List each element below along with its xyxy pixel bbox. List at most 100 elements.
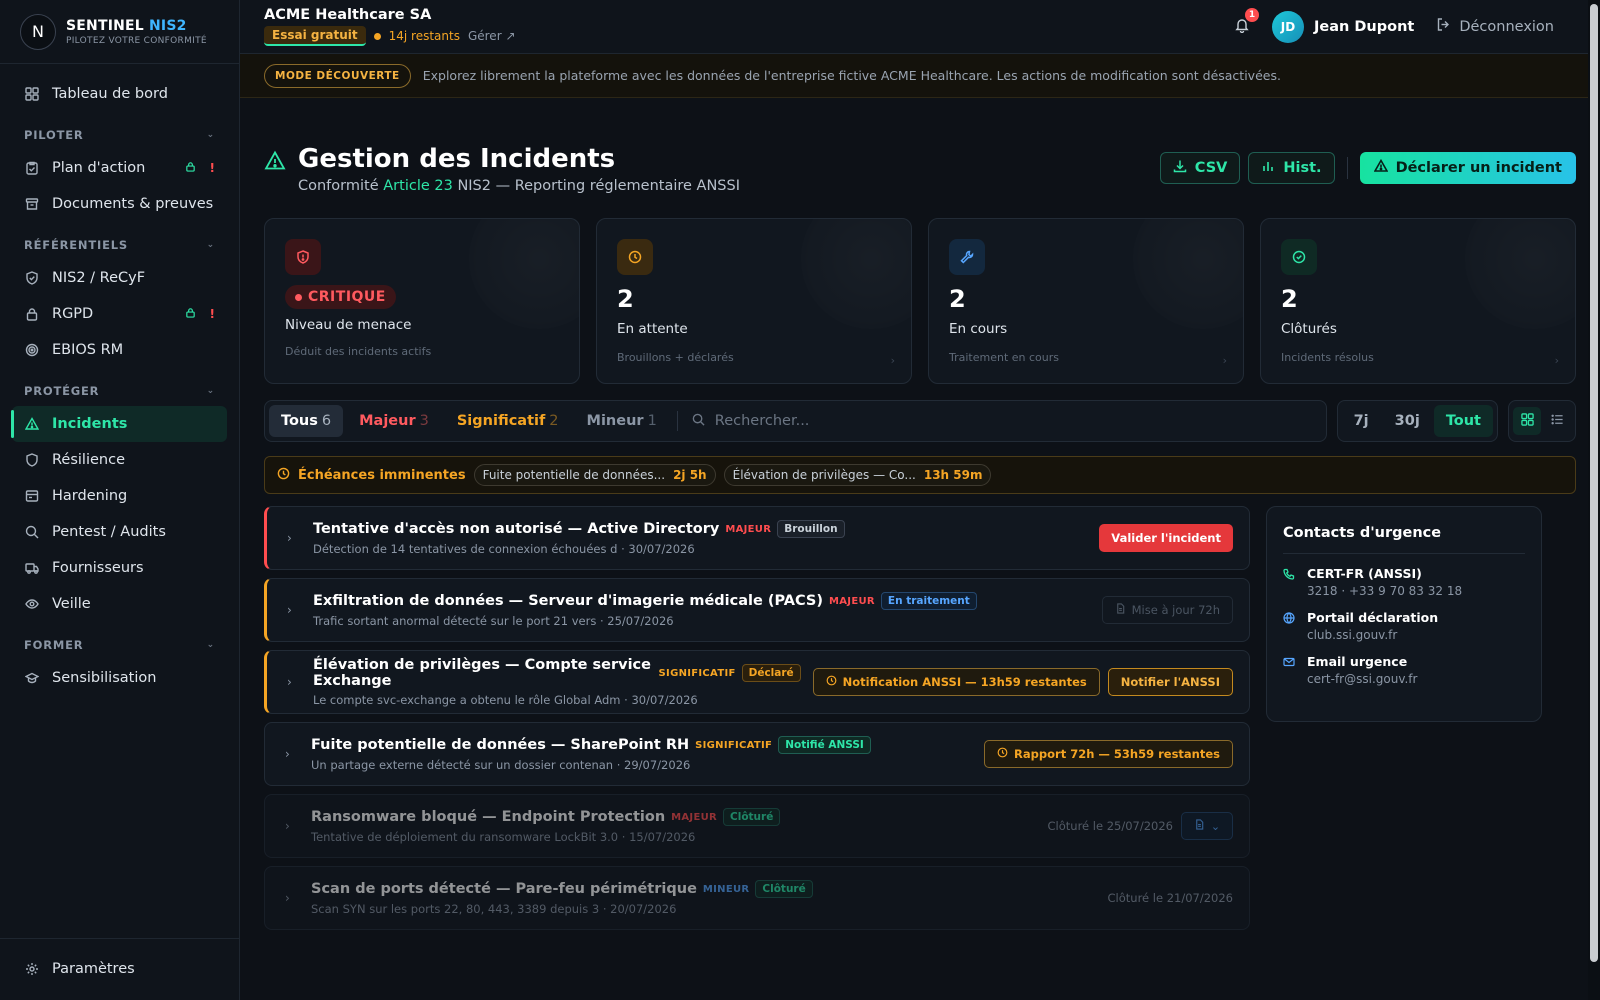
- sidebar-item-sensibilisation[interactable]: Sensibilisation: [12, 660, 227, 696]
- sidebar-item-label: RGPD: [52, 306, 94, 322]
- incident-body: Ransomware bloqué — Endpoint Protection …: [311, 808, 1036, 844]
- sidebar-item-label: Incidents: [52, 416, 128, 432]
- hist-label: Hist.: [1283, 160, 1322, 176]
- incident-row[interactable]: › Fuite potentielle de données — SharePo…: [264, 722, 1250, 786]
- contact-email[interactable]: Email urgence cert-fr@ssi.gouv.fr: [1283, 654, 1525, 686]
- logout-button[interactable]: Déconnexion: [1436, 17, 1554, 36]
- sidebar-item-resilience[interactable]: Résilience: [12, 442, 227, 478]
- user-menu[interactable]: JD Jean Dupont: [1272, 10, 1414, 43]
- notifications-button[interactable]: 1: [1234, 7, 1259, 37]
- chevron-right-icon[interactable]: ›: [285, 891, 311, 905]
- chevron-right-icon[interactable]: ›: [287, 675, 313, 689]
- article-link[interactable]: Article 23: [383, 178, 453, 194]
- grid-view-button[interactable]: [1513, 407, 1541, 435]
- contact-portal[interactable]: Portail déclaration club.ssi.gouv.fr: [1283, 610, 1525, 642]
- history-button[interactable]: Hist.: [1248, 152, 1335, 184]
- filter-label: Majeur: [359, 413, 416, 429]
- stat-in-progress[interactable]: 2 En cours Traitement en cours ›: [928, 218, 1244, 384]
- subtitle-post: NIS2 — Reporting réglementaire ANSSI: [457, 178, 740, 194]
- incident-row[interactable]: › Élévation de privilèges — Compte servi…: [264, 650, 1250, 714]
- sidebar-item-documents[interactable]: Documents & preuves: [12, 186, 227, 222]
- sidebar-item-nis2[interactable]: NIS2 / ReCyF: [12, 260, 227, 296]
- search-input[interactable]: [714, 413, 1115, 429]
- closed-date: Clôturé le 25/07/2026: [1047, 819, 1173, 833]
- update-label: Mise à jour 72h: [1131, 603, 1220, 617]
- incident-title-row: Ransomware bloqué — Endpoint Protection …: [311, 808, 1036, 826]
- manage-link[interactable]: Gérer ↗: [468, 29, 516, 43]
- stat-hint: Brouillons + déclarés: [617, 351, 734, 364]
- filter-mineur[interactable]: Mineur 1: [575, 405, 669, 437]
- sidebar-item-plan[interactable]: Plan d'action !: [12, 150, 227, 186]
- chevron-right-icon[interactable]: ›: [285, 747, 311, 761]
- brand-name: SENTINEL NIS2: [66, 18, 207, 34]
- org-info: ACME Healthcare SA Essai gratuit 14j res…: [264, 7, 516, 46]
- deadline-chip[interactable]: Élévation de privilèges — Co... 13h 59m: [723, 464, 992, 486]
- stat-hint: Déduit des incidents actifs: [285, 345, 432, 358]
- brand[interactable]: N SENTINEL NIS2 PILOTEZ VOTRE CONFORMITÉ: [0, 0, 239, 64]
- sidebar-item-rgpd[interactable]: RGPD !: [12, 296, 227, 332]
- stat-label: En cours: [949, 321, 1008, 337]
- report-dropdown-button[interactable]: ⌄: [1181, 812, 1233, 840]
- divider: [1346, 157, 1348, 179]
- contact-cert[interactable]: CERT-FR (ANSSI) 3218 · +33 9 70 83 32 18: [1283, 566, 1525, 598]
- severity-filters: Tous 6 Majeur 3 Significatif 2 Mineur 1: [264, 400, 1327, 442]
- list-icon: [1550, 413, 1564, 430]
- period-all[interactable]: Tout: [1433, 405, 1493, 437]
- anssi-deadline-badge: Notification ANSSI — 13h59 restantes: [812, 668, 1100, 696]
- filter-significatif[interactable]: Significatif 2: [445, 405, 571, 437]
- page-content: Gestion des Incidents Conformité Article…: [240, 144, 1600, 930]
- declare-label: Déclarer un incident: [1395, 160, 1562, 176]
- declare-incident-button[interactable]: Déclarer un incident: [1359, 152, 1576, 184]
- validate-incident-button[interactable]: Valider l'incident: [1099, 524, 1233, 552]
- incident-row[interactable]: › Exfiltration de données — Serveur d'im…: [264, 578, 1250, 642]
- severity-label: MAJEUR: [829, 595, 875, 607]
- sidebar-item-hardening[interactable]: Hardening: [12, 478, 227, 514]
- shield-check-icon: [24, 270, 40, 286]
- filter-count: 2: [549, 413, 559, 429]
- sidebar-item-fournisseurs[interactable]: Fournisseurs: [12, 550, 227, 586]
- contact-value: 3218 · +33 9 70 83 32 18: [1307, 584, 1463, 598]
- deadlines-label: Échéances imminentes: [298, 467, 466, 483]
- filter-all[interactable]: Tous 6: [269, 405, 344, 437]
- external-link-icon: ↗: [505, 29, 516, 43]
- chevron-right-icon: ›: [890, 354, 895, 367]
- section-referentiels[interactable]: RÉFÉRENTIELS ⌄: [12, 230, 227, 260]
- notify-anssi-button[interactable]: Notifier l'ANSSI: [1107, 668, 1233, 696]
- scrollbar-thumb[interactable]: [1590, 4, 1598, 962]
- deadline-chip[interactable]: Fuite potentielle de données... 2j 5h: [473, 464, 716, 486]
- document-icon: [1115, 603, 1126, 617]
- update-72h-button[interactable]: Mise à jour 72h: [1101, 596, 1233, 624]
- page-scrollbar[interactable]: [1588, 0, 1600, 1000]
- export-csv-button[interactable]: CSV: [1159, 152, 1241, 184]
- incident-row[interactable]: › Scan de ports détecté — Pare-feu périm…: [264, 866, 1250, 930]
- section-piloter[interactable]: PILOTER ⌄: [12, 120, 227, 150]
- incident-body: Tentative d'accès non autorisé — Active …: [313, 520, 1087, 556]
- section-former[interactable]: FORMER ⌄: [12, 630, 227, 660]
- sidebar-item-veille[interactable]: Veille: [12, 586, 227, 622]
- sidebar-item-settings[interactable]: Paramètres: [12, 951, 227, 987]
- sidebar-item-dashboard[interactable]: Tableau de bord: [12, 76, 227, 112]
- stat-closed[interactable]: 2 Clôturés Incidents résolus ›: [1260, 218, 1576, 384]
- stat-pending[interactable]: 2 En attente Brouillons + déclarés ›: [596, 218, 912, 384]
- incident-row[interactable]: › Ransomware bloqué — Endpoint Protectio…: [264, 794, 1250, 858]
- sidebar-item-incidents[interactable]: Incidents: [11, 406, 227, 442]
- chevron-right-icon[interactable]: ›: [285, 819, 311, 833]
- section-proteger[interactable]: PROTÉGER ⌄: [12, 376, 227, 406]
- incident-row[interactable]: › Tentative d'accès non autorisé — Activ…: [264, 506, 1250, 570]
- period-30d[interactable]: 30j: [1383, 405, 1432, 437]
- incident-description: Scan SYN sur les ports 22, 80, 443, 3389…: [311, 902, 677, 916]
- list-view-button[interactable]: [1543, 407, 1571, 435]
- discovery-banner: MODE DÉCOUVERTE Explorez librement la pl…: [240, 54, 1600, 98]
- discovery-badge: MODE DÉCOUVERTE: [264, 63, 411, 88]
- sidebar-item-pentest[interactable]: Pentest / Audits: [12, 514, 227, 550]
- filter-majeur[interactable]: Majeur 3: [347, 405, 441, 437]
- deadline-time: 2j 5h: [673, 468, 707, 482]
- chevron-right-icon[interactable]: ›: [287, 603, 313, 617]
- logout-label: Déconnexion: [1459, 18, 1554, 35]
- report-72h-button[interactable]: Rapport 72h — 53h59 restantes: [984, 740, 1233, 768]
- section-label: PROTÉGER: [24, 384, 100, 398]
- period-7d[interactable]: 7j: [1342, 405, 1381, 437]
- chevron-right-icon[interactable]: ›: [287, 531, 313, 545]
- sidebar-item-ebios[interactable]: EBIOS RM: [12, 332, 227, 368]
- wrench-icon: [949, 239, 985, 275]
